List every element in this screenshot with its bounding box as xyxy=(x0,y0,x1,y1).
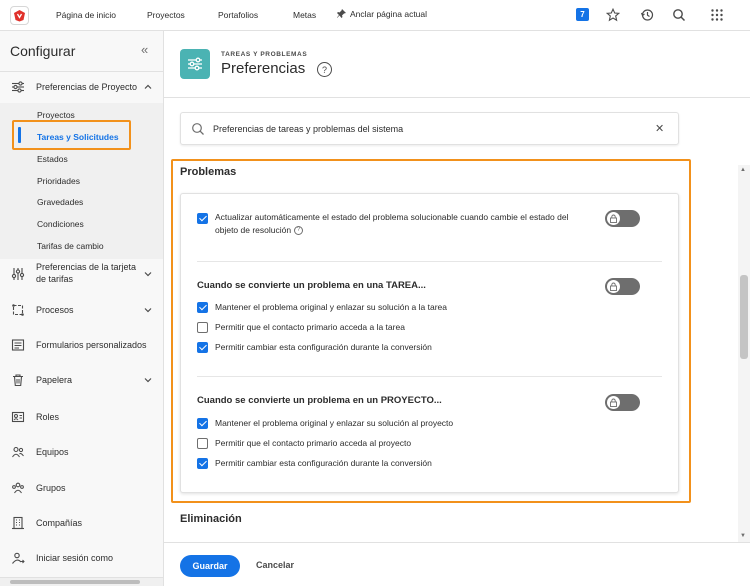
sidebar-item-teams[interactable]: Equipos xyxy=(0,443,163,461)
preferences-search-input[interactable]: Preferencias de tareas y problemas del s… xyxy=(180,112,679,145)
sidebar-item-groups[interactable]: Grupos xyxy=(0,479,163,497)
preferences-sliders-icon xyxy=(180,49,210,79)
cancel-button[interactable]: Cancelar xyxy=(256,560,294,570)
sidebar-title: Configurar xyxy=(10,43,76,59)
sidebar-item-label: Preferencias de la tarjeta de tarifas xyxy=(36,262,137,284)
sidebar-item-label: Papelera xyxy=(36,375,73,385)
search-icon[interactable] xyxy=(671,7,687,23)
sidebar-subitem-severities[interactable]: Gravedades xyxy=(37,197,83,207)
roles-icon xyxy=(10,409,26,425)
teams-icon xyxy=(10,444,26,460)
top-navigation: Página de inicio Proyectos Portafolios M… xyxy=(0,0,750,31)
process-icon xyxy=(10,302,26,318)
sidebar-subitem-exchange-rates[interactable]: Tarifas de cambio xyxy=(37,241,104,251)
sidebar-subitem-conditions[interactable]: Condiciones xyxy=(37,219,84,229)
scrollbar-thumb[interactable] xyxy=(10,580,140,584)
sidebar-item-roles[interactable]: Roles xyxy=(0,408,163,426)
nav-home[interactable]: Página de inicio xyxy=(56,10,116,20)
sidebar-item-label: Compañías xyxy=(36,518,83,528)
sidebar-subitem-statuses[interactable]: Estados xyxy=(37,154,68,164)
save-button[interactable]: Guardar xyxy=(180,555,240,577)
collapse-sidebar-icon[interactable]: « xyxy=(141,42,148,57)
sidebar-item-label: Roles xyxy=(36,412,60,422)
form-icon xyxy=(10,337,26,353)
page-kicker: TAREAS Y PROBLEMAS xyxy=(221,51,308,58)
sidebar-item-login-as[interactable]: Iniciar sesión como xyxy=(0,549,163,567)
sidebar-item-project-preferences[interactable]: Preferencias de Proyecto xyxy=(0,78,163,96)
scrollbar-thumb[interactable] xyxy=(740,275,748,359)
groups-icon xyxy=(10,480,26,496)
building-icon xyxy=(10,515,26,531)
clear-search-icon[interactable]: ✕ xyxy=(655,122,664,135)
nav-projects[interactable]: Proyectos xyxy=(147,10,185,20)
sidebar-horizontal-scrollbar[interactable] xyxy=(0,577,163,586)
sidebar-subitem-priorities[interactable]: Prioridades xyxy=(37,176,80,186)
sidebar-item-label: Grupos xyxy=(36,483,66,493)
login-icon xyxy=(10,550,26,566)
search-value: Preferencias de tareas y problemas del s… xyxy=(213,124,404,134)
sidebar-item-companies[interactable]: Compañías xyxy=(0,514,163,532)
page-title: Preferencias xyxy=(221,60,306,77)
sidebar-item-rate-card-preferences[interactable]: Preferencias de la tarjeta de tarifas xyxy=(0,261,163,287)
apps-grid-icon[interactable] xyxy=(709,7,725,23)
sidebar-item-label: Equipos xyxy=(36,447,69,457)
footer-bar xyxy=(164,542,750,586)
sliders-icon xyxy=(10,79,26,95)
app-logo-icon[interactable] xyxy=(10,6,29,25)
highlight-outline xyxy=(171,159,691,503)
help-icon[interactable]: ? xyxy=(317,62,332,77)
history-icon[interactable] xyxy=(639,7,655,23)
sliders-vertical-icon xyxy=(10,266,26,282)
nav-portfolios[interactable]: Portafolios xyxy=(218,10,258,20)
chevron-down-icon[interactable] xyxy=(143,305,153,315)
search-icon xyxy=(192,123,204,135)
star-icon[interactable] xyxy=(605,7,621,23)
highlight-outline xyxy=(12,120,131,150)
elimination-section-title: Eliminación xyxy=(180,513,242,525)
sidebar-subitem-projects[interactable]: Proyectos xyxy=(37,110,75,120)
pin-page-button[interactable]: Anclar página actual xyxy=(336,8,427,19)
trash-icon xyxy=(10,372,26,388)
sidebar-item-label: Preferencias de Proyecto xyxy=(36,82,138,92)
sidebar-item-custom-forms[interactable]: Formularios personalizados xyxy=(0,336,163,354)
sidebar-item-label: Procesos xyxy=(36,305,74,315)
pin-icon xyxy=(337,9,346,18)
sidebar-item-trash[interactable]: Papelera xyxy=(0,371,163,389)
chevron-up-icon[interactable] xyxy=(143,82,153,92)
sidebar-item-processes[interactable]: Procesos xyxy=(0,301,163,319)
sidebar: Configurar « Preferencias de Proyecto Pr… xyxy=(0,31,164,586)
scroll-up-icon[interactable]: ▲ xyxy=(740,167,746,173)
sidebar-item-label: Iniciar sesión como xyxy=(36,553,114,563)
main-vertical-scrollbar[interactable]: ▲ ▼ xyxy=(738,165,750,542)
chevron-down-icon[interactable] xyxy=(143,375,153,385)
chevron-down-icon[interactable] xyxy=(143,269,153,279)
nav-goals[interactable]: Metas xyxy=(293,10,316,20)
sidebar-item-label: Formularios personalizados xyxy=(36,340,147,350)
header-divider xyxy=(164,97,750,98)
sidebar-divider xyxy=(0,71,163,72)
scroll-down-icon[interactable]: ▼ xyxy=(740,533,746,539)
pin-page-label: Anclar página actual xyxy=(350,8,428,19)
notification-badge[interactable]: 7 xyxy=(576,8,589,21)
